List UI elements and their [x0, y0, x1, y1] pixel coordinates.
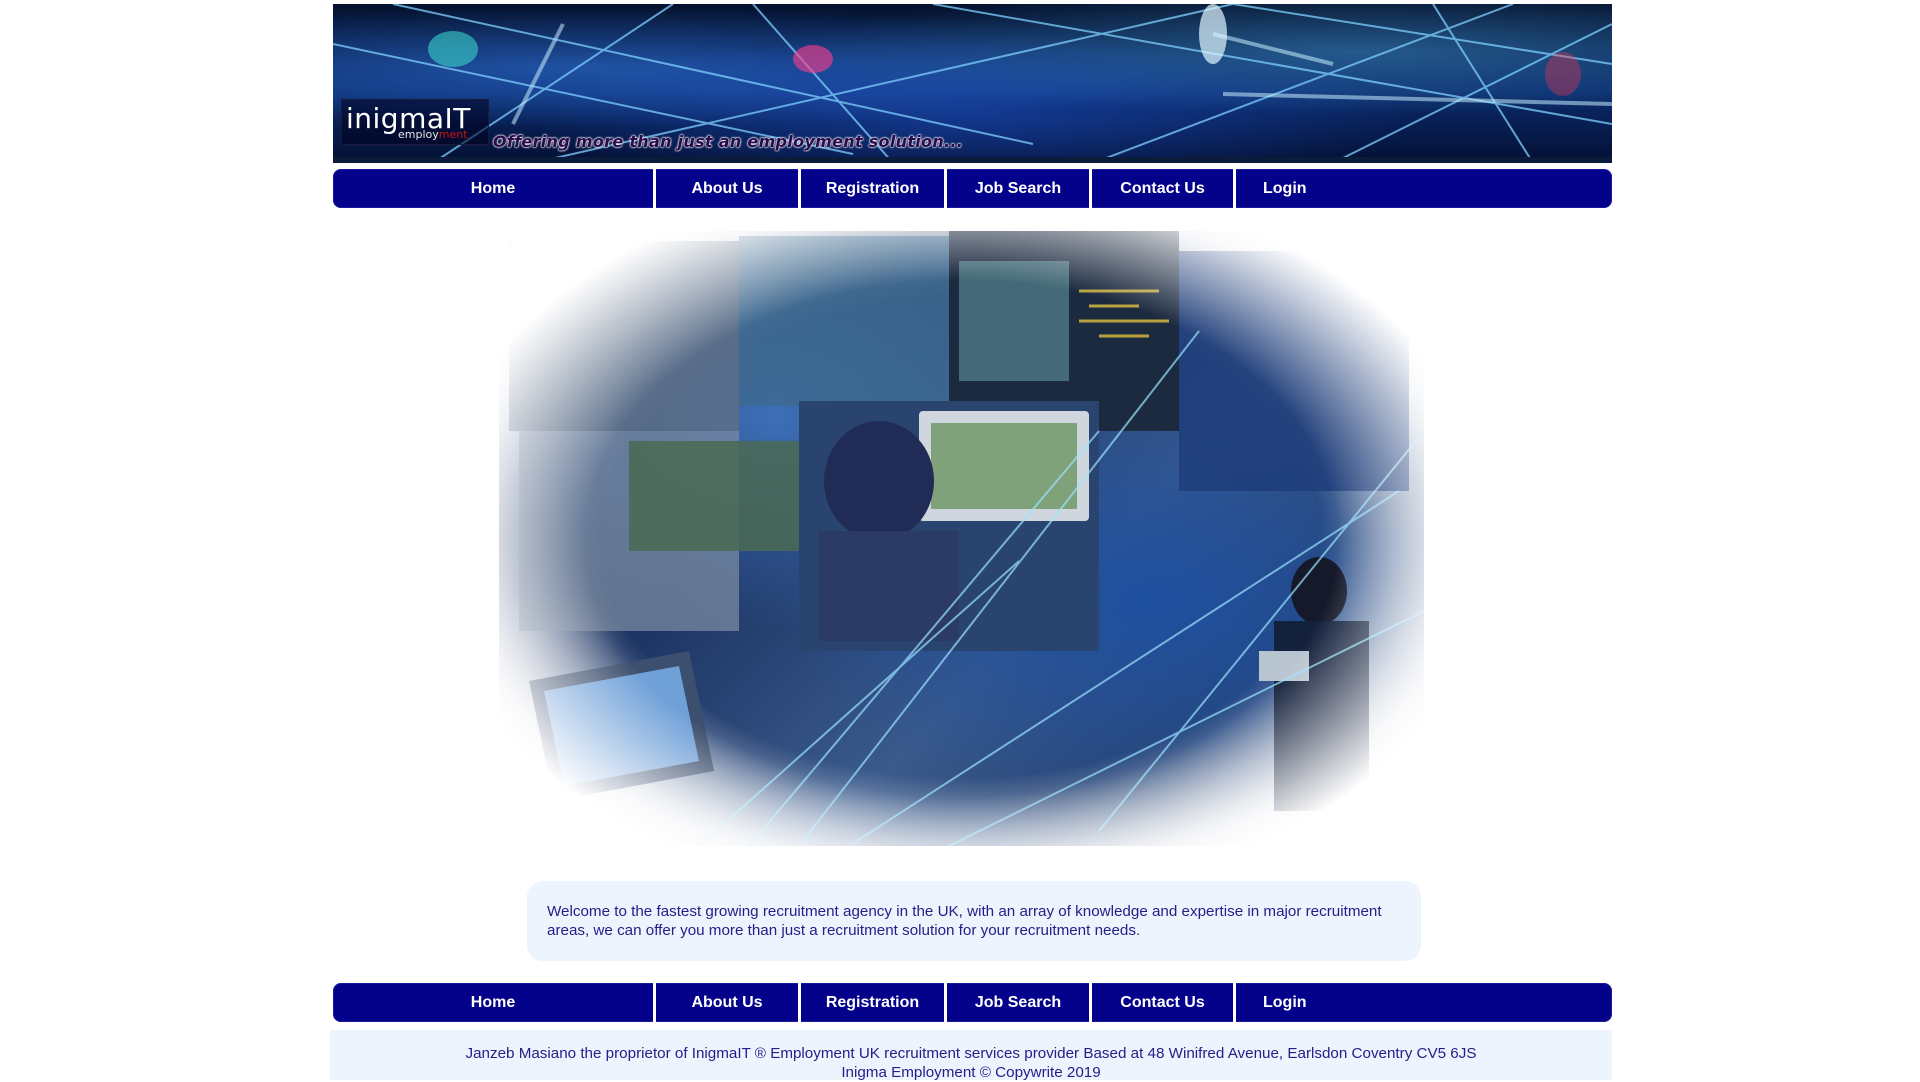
nav-login[interactable]: Login [1236, 169, 1612, 208]
header-banner: inigmaIT employment Offering more than j… [333, 4, 1612, 163]
footer-address-line: Janzeb Masiano the proprietor of InigmaI… [465, 1045, 1477, 1062]
footer-nav-registration[interactable]: Registration [801, 983, 947, 1022]
nav-job-search[interactable]: Job Search [947, 169, 1092, 208]
nav-home[interactable]: Home [333, 169, 656, 208]
nav-about-us[interactable]: About Us [656, 169, 801, 208]
footer-copyright-line: Inigma Employment © Copywrite 2019 [841, 1064, 1101, 1081]
footer-nav-home[interactable]: Home [333, 983, 656, 1022]
page-wrapper: inigmaIT employment Offering more than j… [333, 4, 1612, 208]
welcome-text: Welcome to the fastest growing recruitme… [547, 903, 1382, 939]
footer-nav-about-us[interactable]: About Us [656, 983, 801, 1022]
footer-nav-contact-us[interactable]: Contact Us [1092, 983, 1236, 1022]
welcome-panel: Welcome to the fastest growing recruitme… [527, 881, 1421, 961]
nav-registration[interactable]: Registration [801, 169, 947, 208]
banner-bottom-strip [333, 157, 1612, 163]
hero-collage-art [509, 231, 1424, 846]
top-nav: Home About Us Registration Job Search Co… [333, 169, 1612, 208]
bottom-nav: Home About Us Registration Job Search Co… [333, 983, 1612, 1022]
header-tagline: Offering more than just an employment so… [493, 132, 964, 151]
nav-contact-us[interactable]: Contact Us [1092, 169, 1236, 208]
logo-sub-suffix: ment [438, 128, 468, 141]
site-logo[interactable]: inigmaIT employment [341, 99, 489, 145]
footer-nav-login[interactable]: Login [1236, 983, 1612, 1022]
logo-sub-text: employment [398, 128, 468, 141]
footer-nav-job-search[interactable]: Job Search [947, 983, 1092, 1022]
logo-sub-prefix: employ [398, 128, 439, 141]
site-footer: Janzeb Masiano the proprietor of InigmaI… [330, 1030, 1612, 1081]
hero-collage-image [499, 231, 1424, 846]
